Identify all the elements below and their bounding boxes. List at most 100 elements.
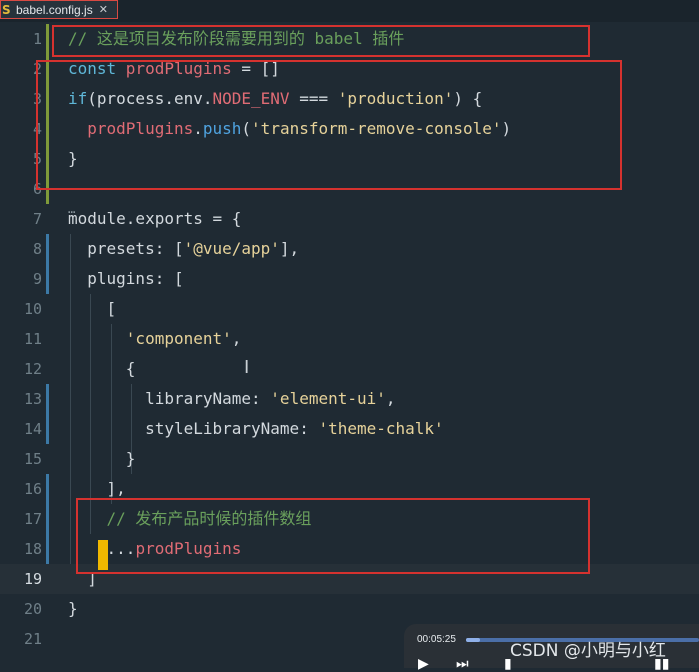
js-file-icon: S — [2, 2, 11, 17]
code-text: prodPlugins.push('transform-remove-conso… — [68, 114, 511, 144]
code-token: module.exports = { — [68, 209, 242, 228]
code-token: prodPlugins — [87, 119, 194, 138]
code-token: ], — [68, 479, 126, 498]
code-text: } — [68, 144, 78, 174]
code-text: ], — [68, 474, 126, 504]
code-token: prodPlugins — [135, 539, 242, 558]
code-text: ] — [68, 564, 97, 594]
watermark: CSDN @小明与小红 — [510, 641, 666, 661]
code-text: plugins: [ — [68, 264, 184, 294]
code-line[interactable]: 16 ], — [0, 474, 699, 504]
code-line[interactable]: 12 { — [0, 354, 699, 384]
code-line[interactable]: 20} — [0, 594, 699, 624]
git-change-marker — [46, 24, 49, 54]
code-token: ] — [68, 569, 97, 588]
line-number: 7 — [32, 210, 42, 228]
line-number: 8 — [32, 240, 42, 258]
code-line[interactable]: 6 — [0, 174, 699, 204]
line-number: 5 — [32, 150, 42, 168]
code-token: [ — [68, 299, 117, 318]
git-change-marker — [46, 174, 49, 204]
code-text: presets: ['@vue/app'], — [68, 234, 299, 264]
git-change-marker — [46, 414, 49, 444]
line-number: 16 — [23, 480, 42, 498]
line-number: 4 — [32, 120, 42, 138]
line-number: 3 — [32, 90, 42, 108]
code-text: [ — [68, 294, 117, 324]
code-token: const — [68, 59, 126, 78]
code-token: presets: [ — [68, 239, 184, 258]
ibeam-cursor-icon: I — [244, 357, 250, 378]
code-token: 'theme-chalk' — [318, 419, 444, 438]
code-token: = [] — [231, 59, 280, 78]
code-token: { — [68, 359, 136, 378]
code-line[interactable]: 15 } — [0, 444, 699, 474]
git-change-marker — [46, 234, 49, 264]
git-change-marker — [46, 84, 49, 114]
code-line[interactable]: 3 if(process.env.NODE_ENV === 'production… — [0, 84, 699, 114]
code-editor[interactable]: 1 // 这是项目发布阶段需要用到的 babel 插件 2 const prodPlu… — [0, 24, 699, 668]
code-token: 'production' — [337, 89, 454, 108]
code-text: if(process.env.NODE_ENV === 'production'… — [68, 84, 482, 114]
code-line[interactable]: 9 plugins: [ — [0, 264, 699, 294]
next-icon[interactable]: ⏭ — [456, 656, 469, 672]
code-token: (process.env. — [87, 89, 213, 108]
code-text: styleLibraryName: 'theme-chalk' — [68, 414, 444, 444]
tab-babel-config[interactable]: S babel.config.js ✕ — [0, 0, 118, 19]
git-change-marker — [46, 504, 49, 534]
play-icon[interactable]: ▶ — [418, 656, 429, 672]
close-icon[interactable]: ✕ — [99, 3, 108, 16]
code-line[interactable]: 5} — [0, 144, 699, 174]
code-token: } — [68, 149, 78, 168]
line-number: 9 — [32, 270, 42, 288]
code-line[interactable]: 4 prodPlugins.push('transform-remove-con… — [0, 114, 699, 144]
code-line[interactable]: 1 // 这是项目发布阶段需要用到的 babel 插件 — [0, 24, 699, 54]
code-token: libraryName: — [68, 389, 271, 408]
fold-indicator[interactable]: ⋯ — [68, 205, 76, 219]
code-text: { — [68, 354, 136, 384]
line-number: 17 — [23, 510, 42, 528]
code-token: plugins: [ — [68, 269, 184, 288]
git-change-marker — [46, 144, 49, 174]
code-token: ) — [501, 119, 512, 138]
code-token: NODE_ENV — [212, 89, 290, 108]
code-line[interactable]: 2 const prodPlugins = [] — [0, 54, 699, 84]
code-token: , — [385, 389, 396, 408]
code-token: === — [289, 89, 338, 108]
line-number: 18 — [23, 540, 42, 558]
line-number: 1 — [32, 30, 42, 48]
code-line[interactable]: 10 [ — [0, 294, 699, 324]
code-line[interactable]: 14 styleLibraryName: 'theme-chalk' — [0, 414, 699, 444]
code-token: prodPlugins — [125, 59, 232, 78]
code-token: ( — [241, 119, 252, 138]
code-token: 'component' — [125, 329, 232, 348]
code-token: // 这是项目发布阶段需要用到的 babel 插件 — [68, 29, 405, 48]
code-token: 'transform-remove-console' — [251, 119, 502, 138]
code-text: // 这是项目发布阶段需要用到的 babel 插件 — [68, 24, 404, 54]
code-token: . — [193, 119, 203, 138]
line-number: 13 — [23, 390, 42, 408]
line-number: 10 — [23, 300, 42, 318]
code-line[interactable]: 8 presets: ['@vue/app'], — [0, 234, 699, 264]
code-token: push — [202, 119, 242, 138]
code-text: ...prodPlugins — [68, 534, 242, 564]
code-text: } — [68, 594, 78, 624]
tab-label: babel.config.js — [16, 2, 93, 17]
code-text: // 发布产品时候的插件数组 — [68, 504, 312, 534]
line-number: 15 — [23, 450, 42, 468]
git-change-marker — [46, 474, 49, 504]
code-token: // 发布产品时候的插件数组 — [68, 509, 312, 528]
code-line[interactable]: 7 module.exports = { — [0, 204, 699, 234]
code-token: styleLibraryName: — [68, 419, 319, 438]
code-line[interactable]: 13 libraryName: 'element-ui', — [0, 384, 699, 414]
git-change-marker — [46, 54, 49, 84]
code-line[interactable]: 11 'component', — [0, 324, 699, 354]
text-cursor — [98, 540, 108, 570]
code-token: ], — [279, 239, 300, 258]
code-line[interactable]: 17 // 发布产品时候的插件数组 — [0, 504, 699, 534]
line-number: 11 — [23, 330, 42, 348]
line-number: 2 — [32, 60, 42, 78]
line-number: 19 — [23, 570, 42, 588]
git-change-marker — [46, 114, 49, 144]
